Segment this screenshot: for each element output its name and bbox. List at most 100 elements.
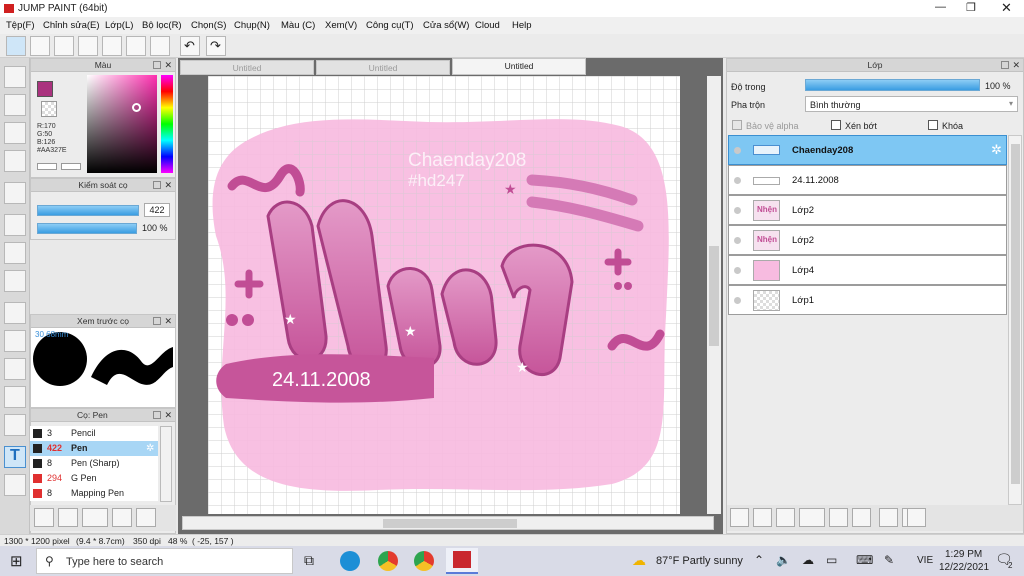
menu-filter[interactable]: Bộ lọc(R) [142,20,182,31]
brush-item-mapping-pen[interactable]: 8 Mapping Pen [30,486,158,501]
transparent-swatch[interactable] [41,101,57,117]
horizontal-scrollbar[interactable] [182,516,714,530]
keyboard-icon[interactable]: ⌨ [856,553,873,567]
layer-row[interactable]: Nhện Lớp2 [728,195,1007,225]
pages-button[interactable] [126,36,146,56]
visibility-icon[interactable] [734,267,741,274]
new-brush-button[interactable] [58,508,78,527]
lasso-tool[interactable] [4,330,26,352]
text-tool[interactable]: T [4,446,26,468]
picker-cursor[interactable] [132,103,141,112]
menu-capture[interactable]: Chụp(N) [234,20,270,31]
horizontal-scroll-thumb[interactable] [383,519,517,528]
brush-tool[interactable] [4,66,26,88]
eraser-tool[interactable] [4,94,26,116]
new-layer-1bit-button[interactable] [776,508,795,527]
gradient-tool[interactable] [4,270,26,292]
layer-opacity-slider[interactable] [805,79,980,91]
color-mode-button[interactable] [37,163,57,170]
menu-window[interactable]: Cửa sổ(W) [423,20,469,31]
chevron-up-icon[interactable]: ⌃ [754,553,764,567]
menu-color[interactable]: Màu (C) [281,20,315,31]
hand-tool[interactable] [4,474,26,496]
visibility-icon[interactable] [734,177,741,184]
cloud-icon[interactable]: ☁ [802,553,814,567]
close-icon[interactable]: ✕ [1001,0,1012,16]
chrome-profile-icon[interactable] [414,551,434,571]
brush-list-scrollbar[interactable] [160,426,172,502]
brush-item-pen-sharp[interactable]: 8 Pen (Sharp) [30,456,158,471]
tab-untitled-2[interactable]: Untitled [316,60,450,75]
delete-layer-button[interactable] [907,508,926,527]
clock-time[interactable]: 1:29 PM [945,549,982,560]
panel-close-icon[interactable]: ✕ [164,59,172,72]
export-button[interactable] [30,36,50,56]
visibility-icon[interactable] [734,147,741,154]
weather-text[interactable]: 87°F Partly sunny [656,555,743,567]
menu-edit[interactable]: Chỉnh sửa(E) [43,20,100,31]
folder-button[interactable] [829,508,848,527]
layer-row[interactable]: 24.11.2008 [728,165,1007,195]
color-history-button[interactable] [61,163,81,170]
vertical-scroll-thumb[interactable] [709,246,719,346]
new-layer-8bit-button[interactable] [753,508,772,527]
lock-checkbox[interactable] [928,120,938,130]
protect-alpha-checkbox[interactable] [732,120,742,130]
brush-item-pen[interactable]: 422 Pen ✲ [30,441,158,456]
input-language[interactable]: VIE [917,555,933,566]
visibility-icon[interactable] [734,207,741,214]
drawing-canvas[interactable]: ★ ★ ★ ★ 24.11.2008 Chaenday208 #hd247 [208,76,680,514]
windows-start-icon[interactable]: ⊞ [10,552,23,570]
rect-select-tool[interactable] [4,302,26,324]
comic-mode-button[interactable] [6,36,26,56]
comment-button[interactable] [54,36,74,56]
edge-icon[interactable] [340,551,360,571]
gear-icon[interactable]: ✲ [991,142,1002,158]
brush-opacity-slider[interactable] [37,223,137,234]
magic-wand-tool[interactable] [4,358,26,380]
clipping-checkbox[interactable] [831,120,841,130]
new-layer-button[interactable] [730,508,749,527]
brush-size-slider[interactable] [37,205,139,216]
panel-window-icon[interactable] [153,61,161,69]
taskbar-search[interactable]: ⚲ Type here to search [36,548,293,574]
layer-row[interactable]: Lớp4 [728,255,1007,285]
menu-help[interactable]: Help [512,20,532,31]
undo-button[interactable]: ↶ [180,36,200,56]
menu-select[interactable]: Chọn(S) [191,20,226,31]
add-brush-button[interactable] [34,508,54,527]
clock-date[interactable]: 12/22/2021 [939,562,989,573]
menu-layer[interactable]: Lớp(L) [105,20,133,31]
speaker-icon[interactable]: 🔈 [776,553,791,567]
move-tool[interactable] [4,182,26,204]
chrome-icon[interactable] [378,551,398,571]
menu-file[interactable]: Tệp(F) [6,20,35,31]
panel-close-icon[interactable]: ✕ [164,315,172,328]
panel-window-icon[interactable] [153,317,161,325]
current-color-swatch[interactable] [37,81,53,97]
visibility-icon[interactable] [734,237,741,244]
brush-size-input[interactable]: 422 [144,203,170,217]
line-tool[interactable] [4,150,26,172]
saturation-value-picker[interactable] [87,75,157,173]
blend-mode-select[interactable]: Bình thường ▾ [805,96,1018,112]
chat-button[interactable] [78,36,98,56]
fill-tool[interactable] [4,214,26,236]
visibility-icon[interactable] [734,297,741,304]
menu-tools[interactable]: Công cụ(T) [366,20,414,31]
panel-close-icon[interactable]: ✕ [164,409,172,422]
layers-scrollbar[interactable] [1008,135,1022,505]
panel-window-icon[interactable] [1001,61,1009,69]
tab-untitled-active[interactable]: Untitled [452,58,586,75]
page-button[interactable] [102,36,122,56]
layers-scroll-thumb[interactable] [1011,144,1020,484]
shape-tool[interactable] [4,122,26,144]
brush-item-g-pen[interactable]: 294 G Pen [30,471,158,486]
redo-button[interactable]: ↷ [206,36,226,56]
restore-icon[interactable]: ❐ [966,1,976,14]
grid-button[interactable] [150,36,170,56]
layer-row-selected[interactable]: Chaenday208 ✲ [728,135,1007,165]
hue-slider[interactable] [161,75,173,173]
select-pen-tool[interactable] [4,386,26,408]
brush-folder-button[interactable] [136,508,156,527]
